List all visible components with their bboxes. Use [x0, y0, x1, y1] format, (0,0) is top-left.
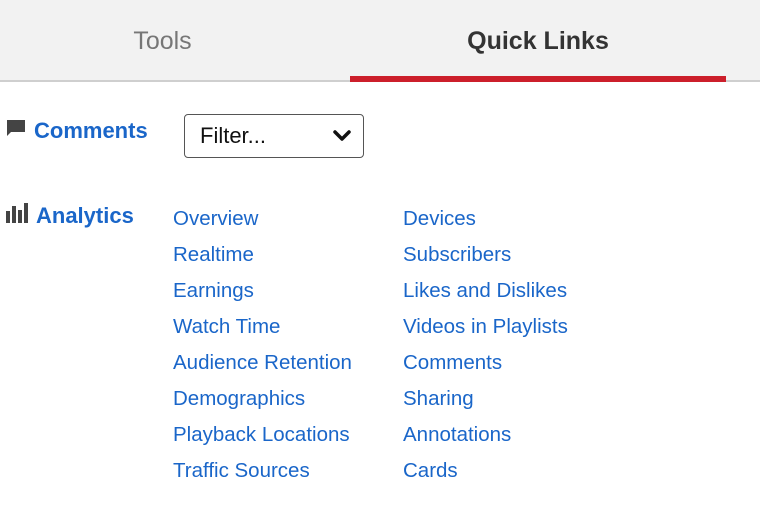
analytics-link-earnings[interactable]: Earnings: [173, 277, 352, 313]
tab-bar: Tools Quick Links: [0, 0, 760, 82]
active-tab-indicator: [350, 76, 726, 82]
comments-link[interactable]: Comments: [6, 118, 148, 144]
chevron-down-icon: [333, 130, 351, 141]
analytics-link[interactable]: Analytics: [6, 203, 134, 229]
tab-quick-links-label: Quick Links: [467, 26, 609, 55]
analytics-link-cards[interactable]: Cards: [403, 457, 568, 493]
analytics-link-realtime[interactable]: Realtime: [173, 241, 352, 277]
bar-chart-icon: [6, 203, 28, 229]
analytics-link-demographics[interactable]: Demographics: [173, 385, 352, 421]
analytics-link-videos-in-playlists[interactable]: Videos in Playlists: [403, 313, 568, 349]
analytics-link-likes-dislikes[interactable]: Likes and Dislikes: [403, 277, 568, 313]
analytics-link-devices[interactable]: Devices: [403, 205, 568, 241]
analytics-links-column-1: Overview Realtime Earnings Watch Time Au…: [173, 205, 352, 493]
analytics-link-watch-time[interactable]: Watch Time: [173, 313, 352, 349]
analytics-link-subscribers[interactable]: Subscribers: [403, 241, 568, 277]
analytics-link-comments[interactable]: Comments: [403, 349, 568, 385]
tab-tools[interactable]: Tools: [0, 0, 325, 82]
analytics-link-traffic-sources[interactable]: Traffic Sources: [173, 457, 352, 493]
comments-label: Comments: [34, 118, 148, 143]
analytics-link-overview[interactable]: Overview: [173, 205, 352, 241]
filter-selected-value: Filter...: [200, 123, 267, 148]
analytics-link-audience-retention[interactable]: Audience Retention: [173, 349, 352, 385]
analytics-link-annotations[interactable]: Annotations: [403, 421, 568, 457]
comment-bubble-icon: [6, 118, 26, 144]
analytics-link-playback-locations[interactable]: Playback Locations: [173, 421, 352, 457]
analytics-link-sharing[interactable]: Sharing: [403, 385, 568, 421]
analytics-label: Analytics: [36, 203, 134, 228]
tab-quick-links[interactable]: Quick Links: [350, 0, 726, 82]
comments-filter-select[interactable]: Filter...: [184, 114, 364, 158]
analytics-links-column-2: Devices Subscribers Likes and Dislikes V…: [403, 205, 568, 493]
tab-tools-label: Tools: [133, 26, 192, 55]
